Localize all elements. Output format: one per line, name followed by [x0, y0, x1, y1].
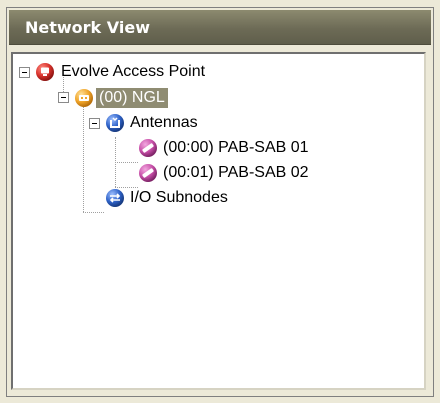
antennas-folder-icon	[105, 113, 125, 133]
antenna-icon	[138, 138, 158, 158]
network-view-panel: Network View Evolve Access Point (00) NG…	[6, 7, 434, 397]
expand-toggle-root[interactable]	[19, 67, 30, 78]
tree-node-antennas[interactable]: Antennas	[127, 113, 201, 133]
tree-connector	[83, 104, 84, 212]
io-subnodes-icon	[105, 188, 125, 208]
tree-node-antenna-1[interactable]: (00:00) PAB-SAB 01	[160, 138, 312, 158]
tree-node-io-subnodes[interactable]: I/O Subnodes	[127, 188, 231, 208]
tree-connector	[83, 212, 104, 213]
ngl-module-icon	[74, 88, 94, 108]
access-point-icon	[35, 62, 55, 82]
panel-title: Network View	[25, 18, 150, 37]
expand-toggle-antennas[interactable]	[89, 118, 100, 129]
panel-titlebar: Network View	[9, 10, 431, 45]
tree-connector	[115, 162, 138, 163]
tree-node-ngl[interactable]: (00) NGL	[96, 88, 168, 108]
antenna-icon	[138, 163, 158, 183]
tree-node-antenna-2[interactable]: (00:01) PAB-SAB 02	[160, 163, 312, 183]
network-tree[interactable]: Evolve Access Point (00) NGL Antennas (0…	[11, 52, 426, 390]
tree-node-evolve-access-point[interactable]: Evolve Access Point	[58, 62, 208, 82]
expand-toggle-ngl[interactable]	[58, 92, 69, 103]
